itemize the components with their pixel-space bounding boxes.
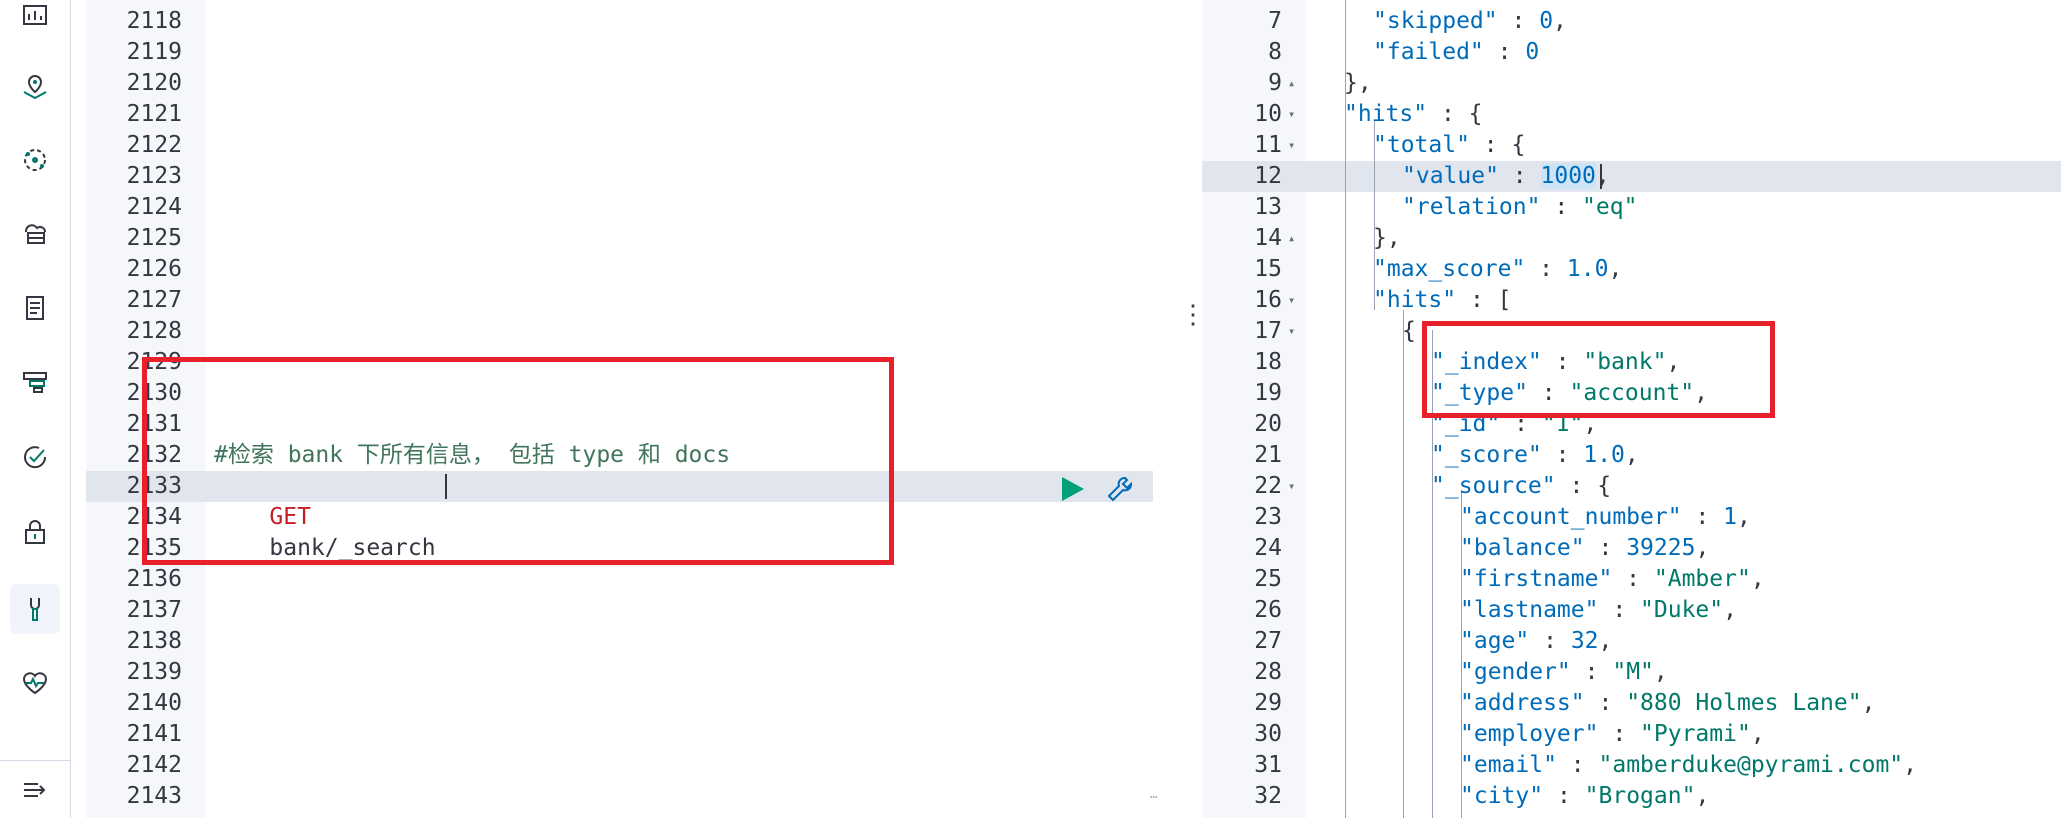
line-number: 14 [1254, 225, 1282, 251]
line-number: 2142 [126, 752, 182, 778]
line-number: 2122 [126, 132, 182, 158]
dashboard-icon[interactable] [10, 0, 60, 40]
response-line[interactable]: "gender" : "M", [1460, 657, 1668, 688]
response-line[interactable]: "balance" : 39225, [1460, 533, 1709, 564]
response-line[interactable]: "_source" : { [1431, 471, 1611, 502]
line-number: 2143 [126, 783, 182, 809]
line-number: 26 [1254, 597, 1282, 623]
line-number: 8 [1268, 39, 1282, 65]
line-number: 32 [1254, 783, 1282, 809]
line-number: 12 [1254, 163, 1282, 189]
active-line-highlight [1202, 161, 2061, 192]
line-number: 31 [1254, 752, 1282, 778]
line-number: 2126 [126, 256, 182, 282]
response-line[interactable]: "account_number" : 1, [1460, 502, 1751, 533]
line-number: 30 [1254, 721, 1282, 747]
line-number: 27 [1254, 628, 1282, 654]
line-number: 2139 [126, 659, 182, 685]
annotation-box-request [142, 357, 894, 565]
line-number: 18 [1254, 349, 1282, 375]
fold-collapse-icon[interactable]: ▾ [1288, 293, 1295, 307]
fold-collapse-icon[interactable]: ▾ [1288, 107, 1295, 121]
line-number: 2119 [126, 39, 182, 65]
line-number: 2125 [126, 225, 182, 251]
line-number: 22 [1254, 473, 1282, 499]
line-number: 2137 [126, 597, 182, 623]
monitoring-icon[interactable] [10, 658, 60, 708]
uptime-icon[interactable] [10, 432, 60, 482]
response-line[interactable]: "relation" : "eq" [1402, 192, 1637, 223]
collapse-nav-icon[interactable] [0, 760, 70, 819]
line-number: 28 [1254, 659, 1282, 685]
line-number: 2123 [126, 163, 182, 189]
fold-collapse-icon[interactable]: ▾ [1288, 324, 1295, 338]
line-number: 2136 [126, 566, 182, 592]
response-line[interactable]: "email" : "amberduke@pyrami.com", [1460, 750, 1917, 781]
dev-tools-icon[interactable] [10, 584, 60, 634]
fold-collapse-icon[interactable]: ▾ [1288, 138, 1295, 152]
fold-expand-icon[interactable]: ▴ [1288, 231, 1295, 245]
response-line[interactable]: "skipped" : 0, [1373, 6, 1567, 37]
fold-expand-icon[interactable]: ▴ [1288, 76, 1295, 90]
ml-icon[interactable] [10, 135, 60, 185]
fold-collapse-icon[interactable]: ▾ [1288, 479, 1295, 493]
line-number: 17 [1254, 318, 1282, 344]
maps-icon[interactable] [10, 62, 60, 112]
line-number: 10 [1254, 101, 1282, 127]
response-line[interactable]: "firstname" : "Amber", [1460, 564, 1765, 595]
line-number: 2124 [126, 194, 182, 220]
response-line[interactable]: "failed" : 0 [1373, 37, 1539, 68]
request-options-button[interactable] [1105, 474, 1135, 504]
response-line[interactable]: }, [1373, 223, 1401, 254]
side-nav [0, 0, 71, 818]
line-number: 2121 [126, 101, 182, 127]
resize-handle-icon[interactable]: ⋯ [1150, 790, 1157, 804]
line-number: 11 [1254, 132, 1282, 158]
line-number: 16 [1254, 287, 1282, 313]
line-number: 2120 [126, 70, 182, 96]
response-line[interactable]: "_score" : 1.0, [1431, 440, 1639, 471]
send-request-button[interactable] [1058, 475, 1086, 503]
line-number: 13 [1254, 194, 1282, 220]
pane-resize-handle-icon[interactable]: ⋮ [1180, 300, 1206, 330]
response-line[interactable]: "address" : "880 Holmes Lane", [1460, 688, 1875, 719]
line-number: 19 [1254, 380, 1282, 406]
response-line[interactable]: { [1402, 316, 1416, 347]
line-number: 25 [1254, 566, 1282, 592]
wrench-icon [1107, 477, 1132, 502]
apm-icon[interactable] [10, 357, 60, 407]
response-line[interactable]: "total" : { [1373, 130, 1525, 161]
infrastructure-icon[interactable] [10, 208, 60, 258]
line-number: 21 [1254, 442, 1282, 468]
response-line[interactable]: "lastname" : "Duke", [1460, 595, 1737, 626]
response-line[interactable]: "max_score" : 1.0, [1373, 254, 1622, 285]
siem-icon[interactable] [10, 507, 60, 557]
line-number: 2138 [126, 628, 182, 654]
response-line[interactable]: "employer" : "Pyrami", [1460, 719, 1765, 750]
line-number: 2127 [126, 287, 182, 313]
response-line[interactable]: "age" : 32, [1460, 626, 1612, 657]
line-number: 24 [1254, 535, 1282, 561]
line-number: 15 [1254, 256, 1282, 282]
response-line[interactable]: "hits" : [ [1373, 285, 1512, 316]
text-cursor [1600, 164, 1602, 189]
response-line[interactable]: "city" : "Brogan", [1460, 781, 1709, 812]
line-number: 2118 [126, 8, 182, 34]
play-icon [1062, 477, 1084, 501]
response-line[interactable]: "value" : 1000, [1402, 161, 1610, 192]
line-number: 7 [1268, 8, 1282, 34]
line-number: 29 [1254, 690, 1282, 716]
line-number: 23 [1254, 504, 1282, 530]
indent-guide [1403, 310, 1404, 818]
logs-icon[interactable] [10, 283, 60, 333]
line-number: 2141 [126, 721, 182, 747]
line-number: 9 [1268, 70, 1282, 96]
annotation-box-response [1422, 321, 1775, 418]
line-number: 2140 [126, 690, 182, 716]
response-line[interactable]: }, [1344, 68, 1372, 99]
line-number: 20 [1254, 411, 1282, 437]
response-line[interactable]: "hits" : { [1344, 99, 1483, 130]
line-number: 2128 [126, 318, 182, 344]
